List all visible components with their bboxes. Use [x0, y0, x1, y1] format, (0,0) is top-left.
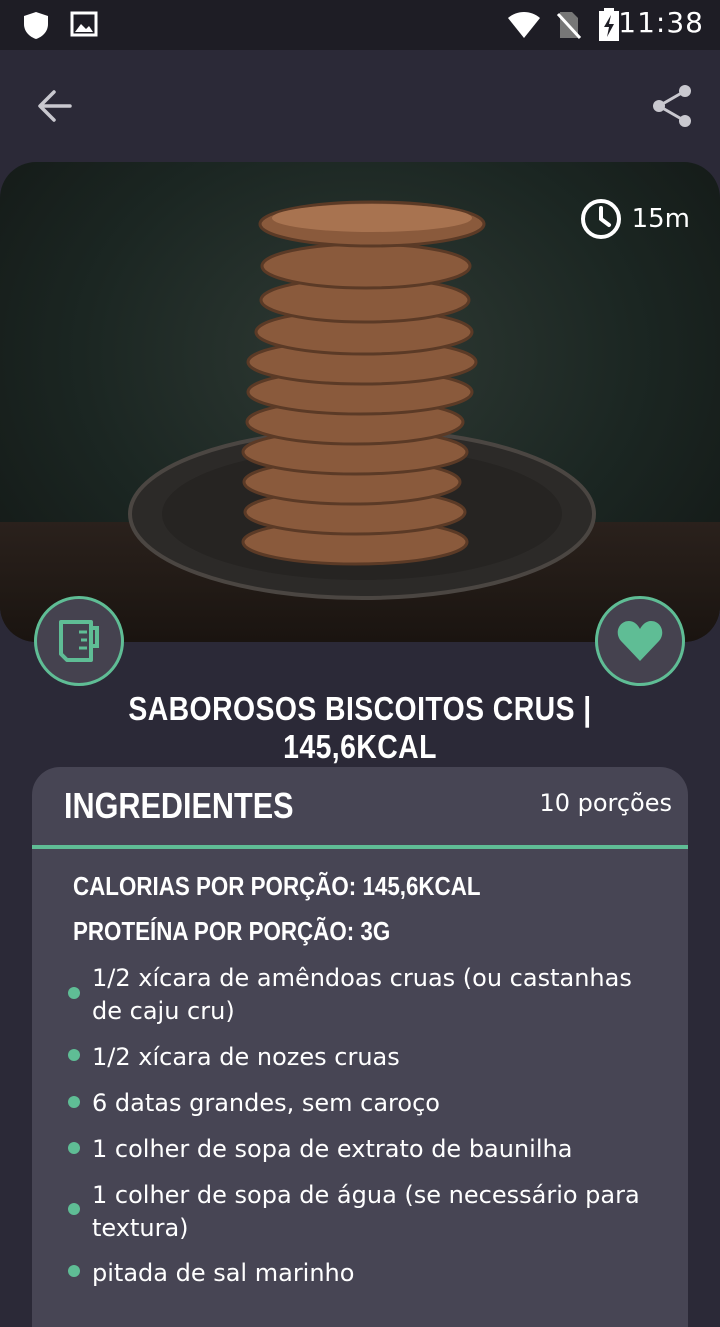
app-bar: [0, 50, 720, 162]
ingredients-heading: INGREDIENTES: [64, 785, 294, 826]
prep-time-label: 15m: [631, 204, 690, 234]
prep-time: 15m: [580, 198, 690, 240]
portions-label[interactable]: 10 porções: [539, 789, 672, 817]
calories-per-portion: CALORIAS POR PORÇÃO: 145,6KCAL: [73, 871, 481, 901]
back-button[interactable]: [36, 87, 74, 129]
shield-icon: [24, 12, 48, 39]
ingredient-item: 1/2 xícara de nozes cruas: [92, 1043, 400, 1071]
ingredient-item: 1 colher de sopa de água (se necessário …: [92, 1181, 640, 1242]
protein-per-portion: PROTEÍNA POR PORÇÃO: 3G: [73, 916, 391, 946]
bullet-icon: [68, 1203, 80, 1215]
wifi-icon: [508, 12, 540, 38]
ingredients-header: INGREDIENTES 10 porções: [32, 767, 688, 849]
measure-button[interactable]: [34, 596, 124, 686]
arrow-back-icon: [38, 90, 72, 122]
ingredients-card: INGREDIENTES 10 porções CALORIAS POR POR…: [32, 767, 688, 1327]
heart-icon: [617, 621, 663, 661]
bullet-icon: [68, 1049, 80, 1061]
favorite-button[interactable]: [595, 596, 685, 686]
recipe-image: 15m: [0, 162, 720, 642]
ingredient-item: pitada de sal marinho: [92, 1259, 355, 1287]
bullet-icon: [68, 1265, 80, 1277]
bullet-icon: [68, 987, 80, 999]
status-bar: 11:38: [0, 0, 720, 50]
measuring-cup-icon: [59, 620, 99, 662]
no-sim-icon: [556, 12, 582, 40]
bullet-icon: [68, 1096, 80, 1108]
ingredient-item: 1 colher de sopa de extrato de baunilha: [92, 1135, 573, 1163]
share-button[interactable]: [650, 83, 694, 133]
ingredient-item: 1/2 xícara de amêndoas cruas (ou castanh…: [92, 964, 632, 1025]
image-icon: [70, 11, 98, 37]
status-time: 11:38: [618, 6, 704, 39]
ingredient-item: 6 datas grandes, sem caroço: [92, 1089, 440, 1117]
bullet-icon: [68, 1142, 80, 1154]
battery-charging-icon: [599, 8, 619, 41]
clock-icon: [580, 199, 621, 239]
recipe-title: SABOROSOS BISCOITOS CRUS | 145,6KCAL: [128, 690, 592, 765]
share-icon: [653, 85, 691, 127]
